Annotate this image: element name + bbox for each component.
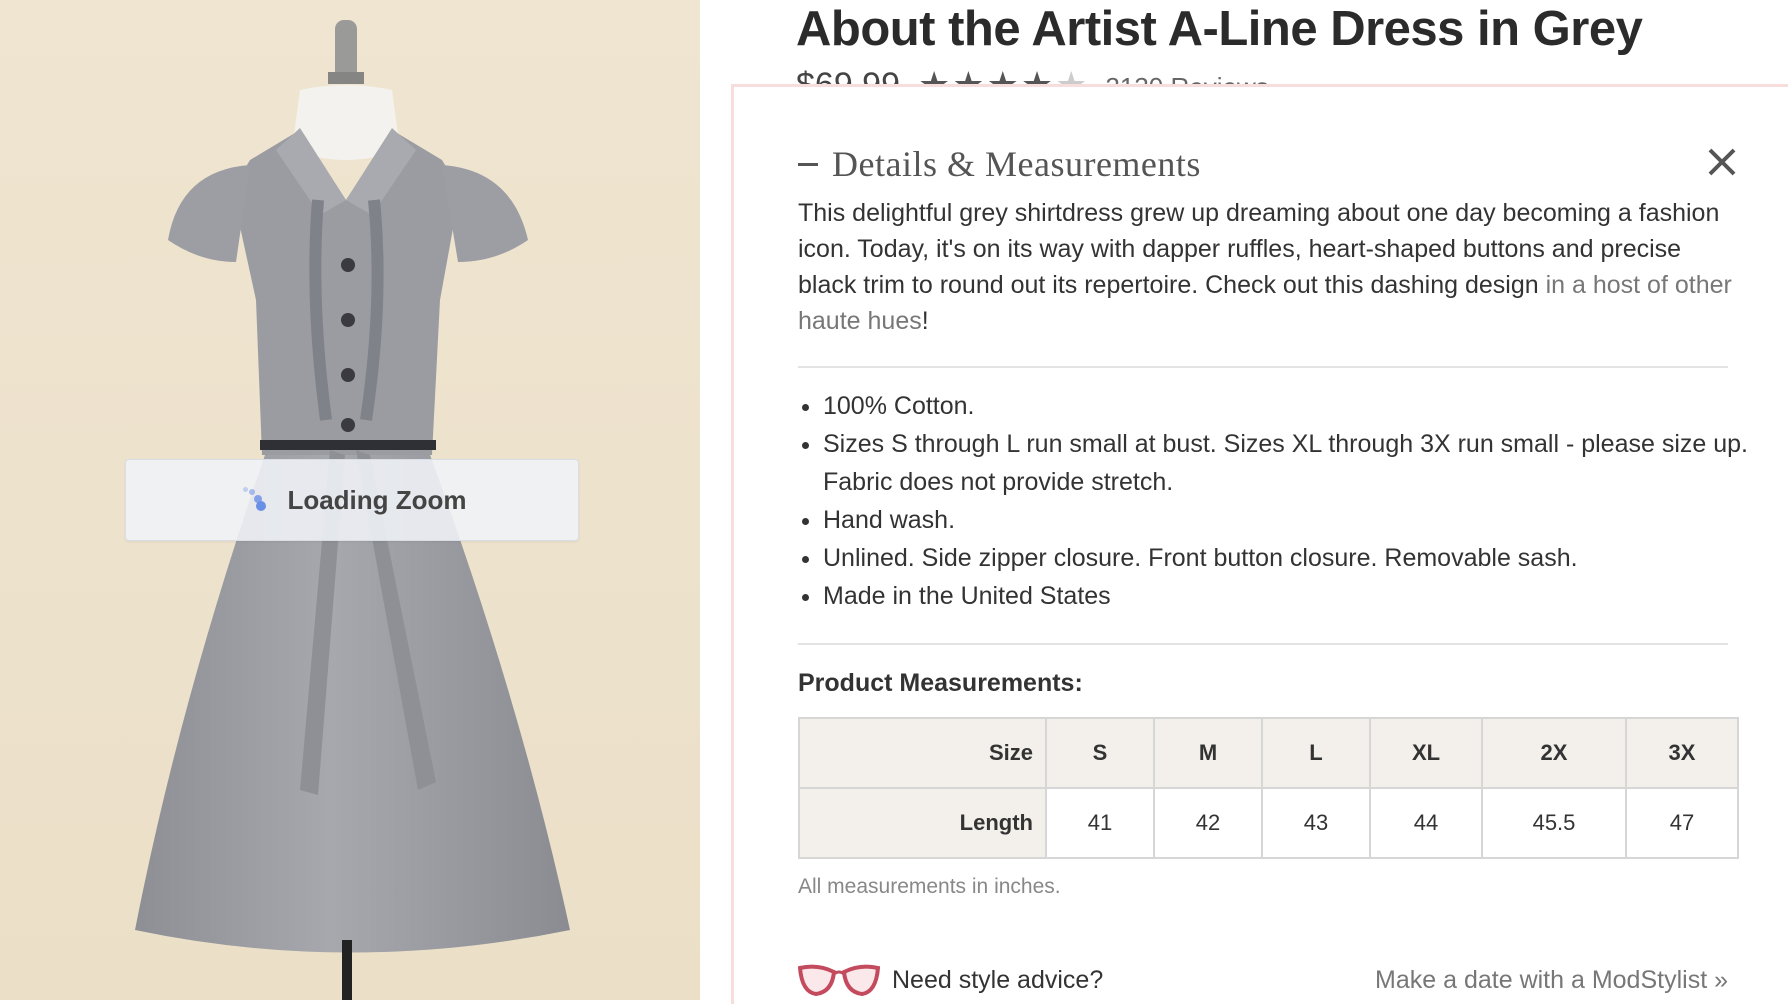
modal-header[interactable]: Details & Measurements xyxy=(798,143,1201,185)
table-cell: 45.5 xyxy=(1481,787,1627,859)
table-header-cell: XL xyxy=(1369,717,1483,789)
table-cell: 47 xyxy=(1625,787,1739,859)
divider xyxy=(798,366,1728,368)
feature-item: Made in the United States xyxy=(823,577,1763,615)
table-cell: 43 xyxy=(1261,787,1371,859)
collapse-icon[interactable] xyxy=(798,162,818,166)
product-title: About the Artist A-Line Dress in Grey xyxy=(796,2,1643,56)
details-measurements-modal: Details & Measurements This delightful g… xyxy=(731,84,1788,1004)
table-cell: 44 xyxy=(1369,787,1483,859)
loading-zoom-text: Loading Zoom xyxy=(287,484,467,515)
table-header-cell: Size xyxy=(798,717,1047,789)
table-header-cell: L xyxy=(1261,717,1371,789)
divider xyxy=(798,643,1728,645)
feature-item: Sizes S through L run small at bust. Siz… xyxy=(823,425,1763,501)
advice-left: Need style advice? xyxy=(798,962,1103,998)
measurements-note: All measurements in inches. xyxy=(798,875,1061,898)
style-advice-text: Need style advice? xyxy=(892,965,1104,994)
table-header-cell: S xyxy=(1045,717,1155,789)
feature-item: Unlined. Side zipper closure. Front butt… xyxy=(823,539,1763,577)
table-cell: 42 xyxy=(1153,787,1263,859)
table-cell: Length xyxy=(798,787,1047,859)
table-cell: 41 xyxy=(1045,787,1155,859)
close-icon[interactable] xyxy=(1707,147,1737,177)
measurements-table: Size S M L XL 2X 3X Length 41 42 43 44 4… xyxy=(798,717,1739,859)
modstylist-link[interactable]: Make a date with a ModStylist » xyxy=(1375,966,1728,995)
feature-item: Hand wash. xyxy=(823,501,1763,539)
feature-list: 100% Cotton. Sizes S through L run small… xyxy=(798,387,1763,615)
table-row: Length 41 42 43 44 45.5 47 xyxy=(798,787,1739,859)
measurements-heading: Product Measurements: xyxy=(798,669,1083,697)
product-description: This delightful grey shirtdress grew up … xyxy=(798,195,1738,339)
cat-eye-glasses-icon xyxy=(798,964,880,997)
table-header-row: Size S M L XL 2X 3X xyxy=(798,717,1739,789)
feature-item: 100% Cotton. xyxy=(823,387,1763,425)
product-image[interactable]: Loading Zoom xyxy=(0,0,700,1000)
style-advice-row: Need style advice? Make a date with a Mo… xyxy=(798,957,1728,1003)
table-header-cell: 2X xyxy=(1481,717,1627,789)
table-header-cell: 3X xyxy=(1625,717,1739,789)
table-header-cell: M xyxy=(1153,717,1263,789)
modal-title: Details & Measurements xyxy=(832,144,1201,184)
description-end: ! xyxy=(921,307,929,335)
loading-zoom-overlay: Loading Zoom xyxy=(125,459,579,541)
loading-spinner-icon xyxy=(237,483,271,517)
